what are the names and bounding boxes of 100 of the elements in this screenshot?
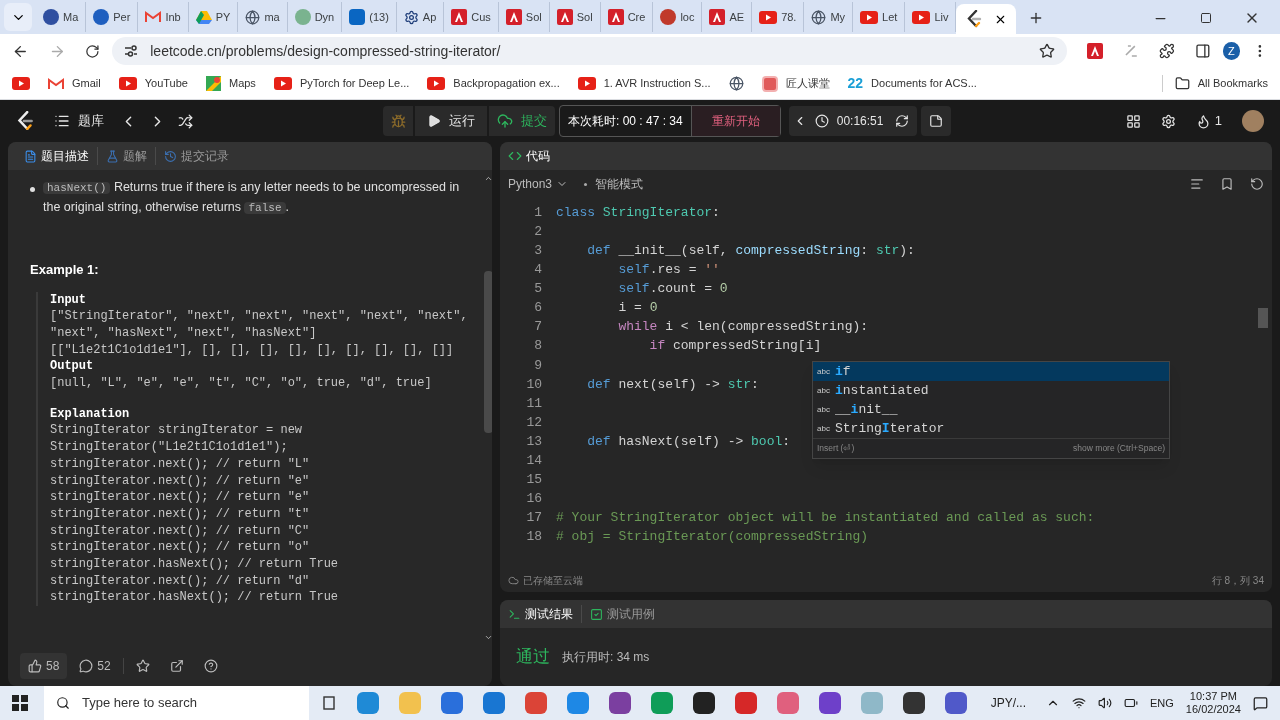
format-icon[interactable] [1190,177,1204,191]
elapsed-time: 本次耗时: 00 : 47 : 34 [567,113,684,130]
run-button[interactable]: 运行 [415,106,487,136]
panel-tab[interactable]: 题目描述 [20,147,93,165]
app-icon[interactable] [902,692,925,714]
settings-icon[interactable] [1160,113,1176,129]
task-view-icon[interactable] [320,695,337,711]
code-line: while i < len(compressedString): [617,318,869,337]
bookmark-item[interactable]: Maps [205,75,256,92]
user-avatar[interactable] [1242,110,1264,132]
help-icon[interactable] [203,659,218,673]
suggestion-item[interactable]: abc if [813,362,1169,381]
play-icon [860,10,879,24]
extensions-icon[interactable] [1159,43,1175,59]
reload-icon[interactable] [85,43,101,59]
panel-tab[interactable]: 提交记录 [155,147,233,165]
suggestion-item[interactable]: abc instantiated [813,381,1169,400]
browser-tab[interactable]: loc [653,2,703,32]
profile-avatar[interactable]: Z [1222,42,1241,60]
browser-tab[interactable]: Ma [36,2,87,32]
bookmark-item[interactable]: Backpropagation ex... [427,75,560,92]
reset-icon[interactable] [895,114,910,128]
show-more-hint: show more (Ctrl+Space) [1073,442,1165,455]
mode-toggle[interactable]: 智能模式 [595,175,644,193]
browser-tab[interactable]: Ap [396,2,445,32]
browser-tab[interactable]: 78. [752,2,805,32]
line-number: 6 [533,299,542,318]
example-code-line: stringIterator.hasNext(); // return True [50,589,340,607]
line-number: 17 [525,509,542,528]
browser-tab[interactable] [956,4,1017,34]
side-panel-icon[interactable] [1194,43,1211,59]
leetcode-logo[interactable] [16,111,34,131]
share-icon[interactable] [169,659,184,673]
suggestion-item[interactable]: abc StringIterator [813,419,1169,438]
grid-icon[interactable] [1125,113,1141,129]
line-number: 18 [525,528,542,547]
problem-list-button[interactable]: 题库 [54,111,104,131]
shuffle-icon[interactable] [178,113,193,129]
browser-tab[interactable]: Sol [498,2,550,32]
bookmark-item[interactable]: 22 Documents for ACS... [847,73,977,94]
bookmark-item[interactable]: YouTube [118,75,188,92]
notes-button[interactable] [921,106,952,136]
notifications-icon[interactable] [1252,695,1268,711]
scrollbar-thumb[interactable] [483,271,492,433]
restart-button[interactable]: 重新开始 [690,106,780,136]
tab-title: Per [113,9,131,25]
bookmark-item[interactable]: PyTorch for Deep Le... [273,75,410,92]
streak-counter[interactable]: 1 [1195,111,1222,131]
browser-tab[interactable]: Dyn [287,2,343,32]
app-icon[interactable] [608,692,631,714]
browser-tab[interactable]: PY [188,2,239,32]
panel-tab[interactable]: 题解 [97,147,151,165]
bookmark-item[interactable] [728,76,744,91]
scroll-up-icon[interactable] [483,174,492,183]
bookmark-item[interactable]: Gmail [48,75,101,92]
bookmark-star-icon[interactable] [1039,43,1056,59]
windows-icon[interactable] [12,695,28,711]
browser-tab[interactable]: Inb [138,2,189,32]
tray-app[interactable]: JPY/... [990,694,1026,712]
browser-tab[interactable]: Cre [600,2,654,32]
language-indicator[interactable]: ENG [1150,694,1174,712]
maximize-icon[interactable] [1200,12,1212,24]
result-tab[interactable]: 测试用例 [581,605,655,623]
debug-button[interactable] [383,106,413,136]
bookmark-icon[interactable] [1220,177,1234,191]
bookmark-item[interactable]: 匠人课堂 [761,75,830,92]
like-button[interactable]: 58 [20,653,68,679]
scrollbar-thumb[interactable] [1258,308,1268,328]
comments-button[interactable]: 52 [79,657,111,675]
all-bookmarks-button[interactable]: All Bookmarks [1161,75,1268,92]
language-select[interactable]: Python3 [508,175,569,193]
taskbar-search-field[interactable]: Type here to search [44,686,309,720]
list-icon [54,113,70,129]
address-bar[interactable]: leetcode.cn/problems/design-compressed-string-iterator/ [112,37,1068,65]
browser-tab[interactable]: My [804,2,854,32]
map-icon [205,76,221,91]
app-icon[interactable] [692,692,715,714]
code-line: def __init__(self, compressedString: str): [586,242,915,260]
browser-tab[interactable]: Liv [905,2,957,32]
search-input[interactable]: Type here to search [82,693,232,713]
code-icon [508,149,522,163]
bookmark-item[interactable]: 1. AVR Instruction S... [577,75,711,92]
browser-tab[interactable]: (13) [342,2,397,32]
browser-tab[interactable]: ma [238,2,288,32]
stopwatch-time: 00:16:51 [836,113,884,130]
scroll-down-icon[interactable] [483,633,492,642]
browser-tab[interactable]: Sol [549,2,601,32]
browser-tab[interactable]: Per [86,2,139,32]
suggestion-item[interactable]: abc __init__ [813,400,1169,419]
example-code-line: stringIterator.next(); // return "t" [50,505,311,523]
site-settings-icon[interactable] [124,45,139,57]
reset-code-icon[interactable] [1250,177,1264,191]
browser-tab[interactable]: AE [702,2,753,32]
favorite-icon[interactable] [135,659,150,673]
submit-button[interactable]: 提交 [489,106,555,136]
browser-tab[interactable]: Cus [444,2,499,32]
tab-title: (13) [369,9,389,25]
bookmark-item[interactable] [12,77,30,90]
result-tab[interactable]: 测试结果 [508,605,573,623]
browser-tab[interactable]: Let [853,2,906,32]
